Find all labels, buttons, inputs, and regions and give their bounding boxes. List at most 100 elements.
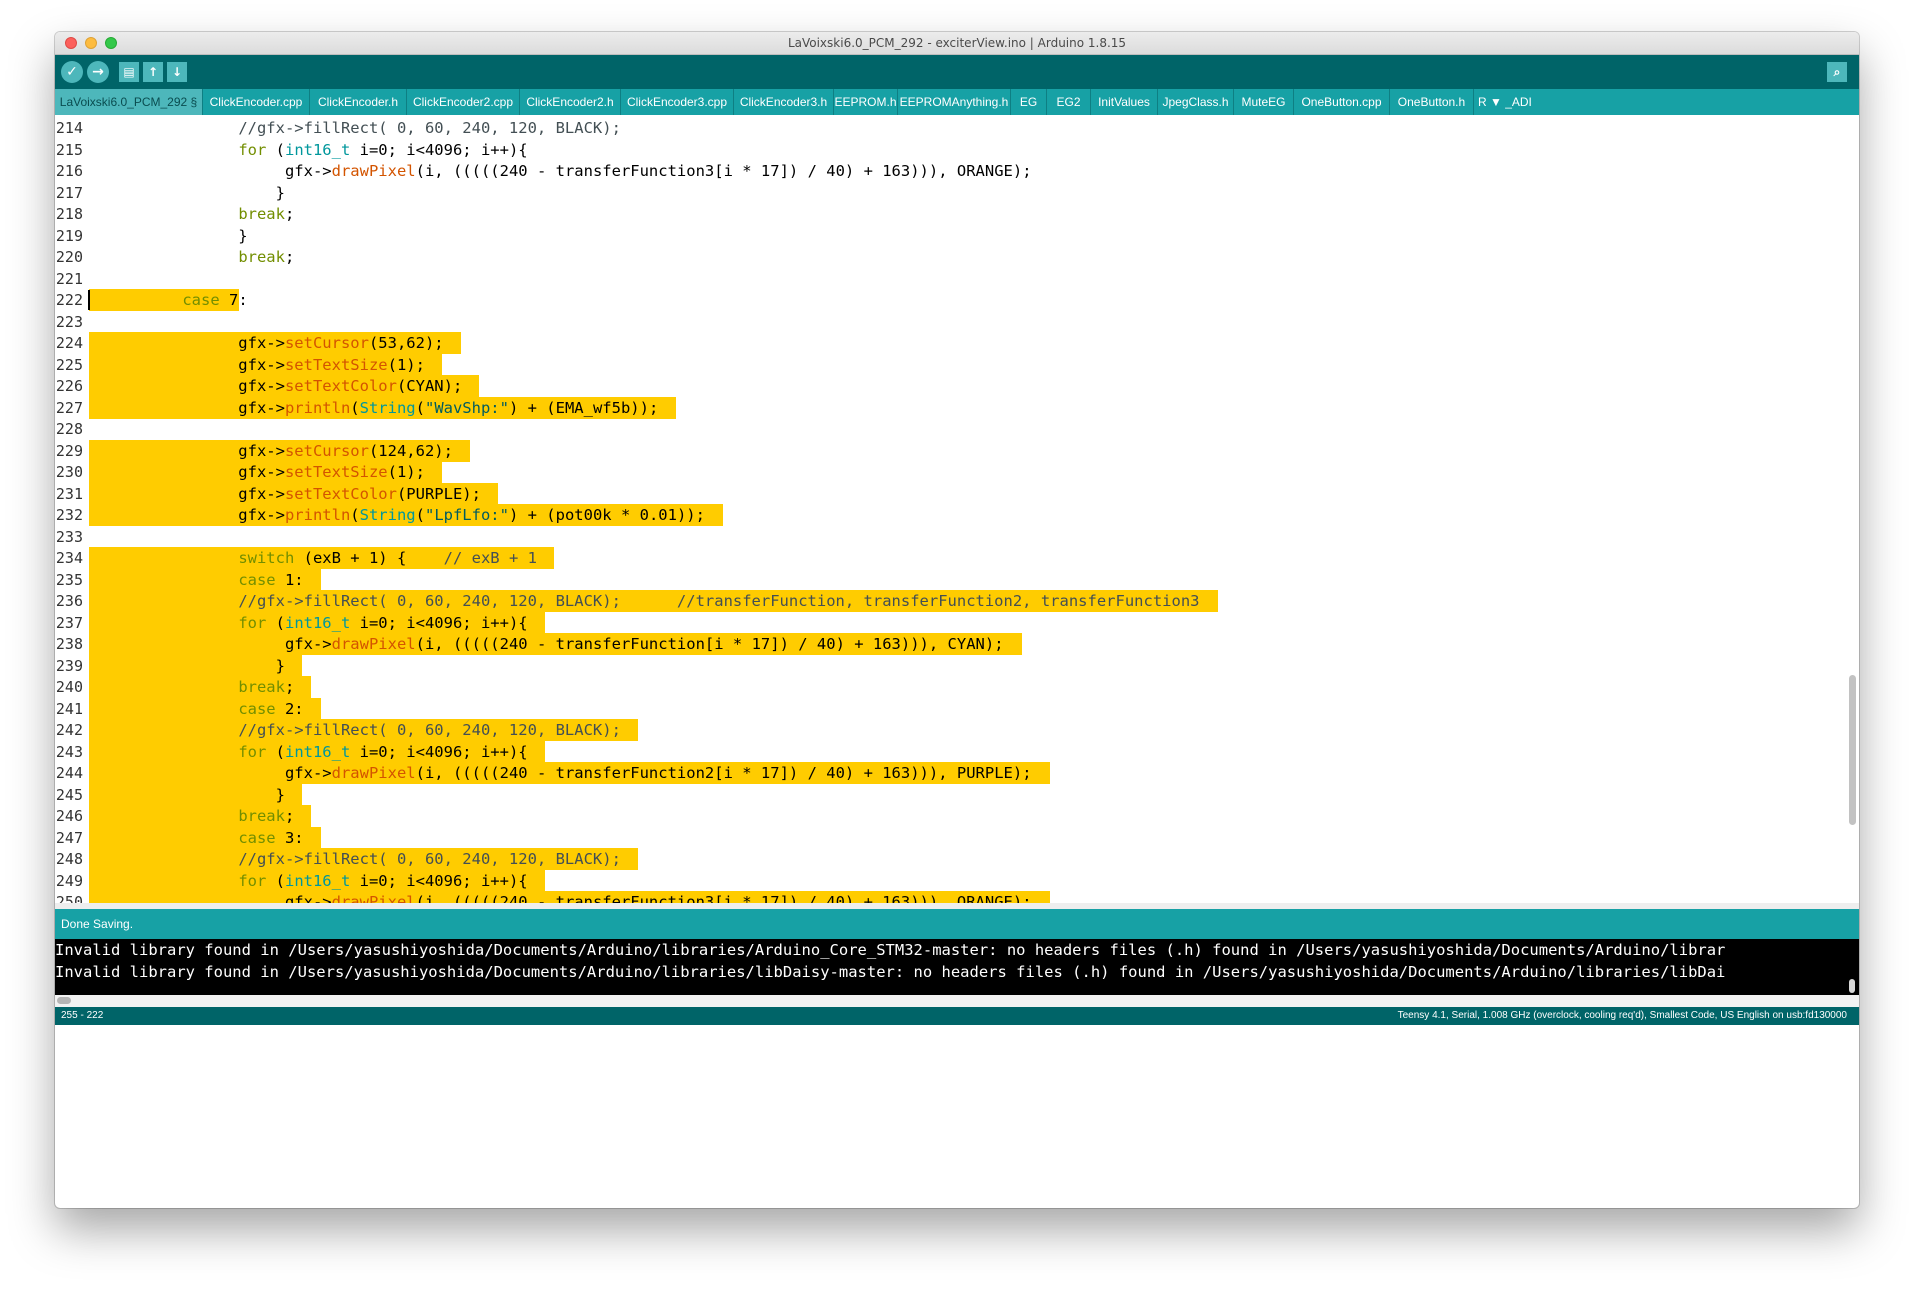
new-sketch-button[interactable]: ▤ xyxy=(119,62,139,82)
line-number: 221 xyxy=(55,269,83,288)
code-line: } xyxy=(89,226,248,245)
line-number: 248 xyxy=(55,850,83,868)
console-output[interactable]: Invalid library found in /Users/yasushiy… xyxy=(55,939,1845,995)
arrow-right-icon: → xyxy=(92,64,104,80)
editor-vertical-scrollbar[interactable] xyxy=(1847,115,1857,903)
tab-onebutton-cpp[interactable]: OneButton.cpp xyxy=(1294,89,1390,115)
arduino-ide-window: LaVoixski6.0_PCM_292 - exciterView.ino |… xyxy=(55,32,1859,1208)
status-bar: Done Saving. xyxy=(55,909,1859,939)
tab-overflow-menu[interactable]: R ▼ _ADI xyxy=(1474,89,1534,115)
tab-clickencoder2-cpp[interactable]: ClickEncoder2.cpp xyxy=(407,89,520,115)
code-line: break; xyxy=(238,807,295,825)
code-line: } xyxy=(89,785,285,804)
line-number: 231 xyxy=(55,484,83,503)
editor-scroll-thumb[interactable] xyxy=(1849,675,1856,825)
code-line: //gfx->fillRect( 0, 60, 240, 120, BLACK)… xyxy=(238,119,621,137)
line-number: 218 xyxy=(55,205,83,223)
line-number: 236 xyxy=(55,592,83,610)
tab-main-sketch[interactable]: LaVoixski6.0_PCM_292 § xyxy=(55,89,203,115)
close-window-button[interactable] xyxy=(65,37,77,49)
serial-monitor-button[interactable]: ⌕ xyxy=(1827,62,1847,82)
status-message: Done Saving. xyxy=(61,917,134,931)
line-number: 244 xyxy=(55,764,83,782)
line-number: 247 xyxy=(55,828,83,847)
code-line: switch (exB + 1) { // exB + 1 xyxy=(238,549,537,567)
line-number: 241 xyxy=(55,699,83,718)
line-number: 224 xyxy=(55,334,83,352)
console-scroll-thumb[interactable] xyxy=(1849,979,1855,993)
save-arrow-down-icon: ↓ xyxy=(171,65,183,79)
file-tabs: LaVoixski6.0_PCM_292 § ClickEncoder.cpp … xyxy=(55,89,1859,115)
line-number: 240 xyxy=(55,678,83,696)
toolbar: ✓ → ▤ ↑ ↓ ⌕ xyxy=(55,55,1859,89)
line-number: 246 xyxy=(55,807,83,825)
code-line: } xyxy=(89,183,285,202)
line-number: 243 xyxy=(55,742,83,761)
line-number: 228 xyxy=(55,420,83,438)
line-number: 223 xyxy=(55,312,83,331)
line-number: 226 xyxy=(55,377,83,395)
code-line: for (int16_t i=0; i<4096; i++){ xyxy=(238,871,528,890)
code-line: gfx->println(String("WavShp:") + (EMA_wf… xyxy=(89,398,659,417)
line-number: 217 xyxy=(55,183,83,202)
console-line: Invalid library found in /Users/yasushiy… xyxy=(55,963,1726,981)
line-number: 235 xyxy=(55,570,83,589)
tab-clickencoder-h[interactable]: ClickEncoder.h xyxy=(310,89,407,115)
code-editor[interactable]: 214 //gfx->fillRect( 0, 60, 240, 120, BL… xyxy=(55,115,1845,903)
tab-jpegclass-h[interactable]: JpegClass.h xyxy=(1158,89,1234,115)
maximize-window-button[interactable] xyxy=(105,37,117,49)
line-number: 216 xyxy=(55,162,83,180)
code-line: break; xyxy=(238,205,295,223)
tab-clickencoder2-h[interactable]: ClickEncoder2.h xyxy=(520,89,621,115)
line-number: 242 xyxy=(55,721,83,739)
tab-onebutton-h[interactable]: OneButton.h xyxy=(1390,89,1474,115)
line-number: 214 xyxy=(55,119,83,137)
code-line: } xyxy=(89,656,285,675)
tab-eepromanything-h[interactable]: EEPROMAnything.h xyxy=(898,89,1011,115)
tab-clickencoder3-h[interactable]: ClickEncoder3.h xyxy=(734,89,834,115)
code-line: for (int16_t i=0; i<4096; i++){ xyxy=(238,613,528,632)
code-line: gfx->setTextColor(CYAN); xyxy=(89,377,463,395)
tab-eg2[interactable]: EG2 xyxy=(1047,89,1091,115)
check-icon: ✓ xyxy=(66,64,78,80)
text-caret xyxy=(88,290,90,310)
code-line: gfx->setCursor(53,62); xyxy=(89,334,444,352)
line-number: 250 xyxy=(55,893,83,903)
line-indicator: 255 - 222 xyxy=(61,1010,104,1021)
bottom-status-bar: 255 - 222 Teensy 4.1, Serial, 1.008 GHz … xyxy=(55,1007,1859,1025)
code-line: break; xyxy=(238,248,295,266)
new-file-icon: ▤ xyxy=(123,65,135,79)
line-number: 239 xyxy=(55,656,83,675)
board-info: Teensy 4.1, Serial, 1.008 GHz (overclock… xyxy=(1397,1010,1847,1021)
code-line: for (int16_t i=0; i<4096; i++){ xyxy=(238,140,528,159)
console-horizontal-scrollbar[interactable] xyxy=(55,995,1859,1007)
console-line: Invalid library found in /Users/yasushiy… xyxy=(55,941,1726,959)
tab-initvalues[interactable]: InitValues xyxy=(1091,89,1158,115)
line-number: 238 xyxy=(55,635,83,653)
upload-button[interactable]: → xyxy=(87,61,109,83)
tab-clickencoder-cpp[interactable]: ClickEncoder.cpp xyxy=(203,89,310,115)
tab-muteeg[interactable]: MuteEG xyxy=(1234,89,1294,115)
console-hscroll-thumb[interactable] xyxy=(57,997,71,1004)
line-number: 234 xyxy=(55,549,83,567)
code-line: //gfx->fillRect( 0, 60, 240, 120, BLACK)… xyxy=(238,850,621,868)
line-number: 225 xyxy=(55,355,83,374)
tab-clickencoder3-cpp[interactable]: ClickEncoder3.cpp xyxy=(621,89,734,115)
code-line: //gfx->fillRect( 0, 60, 240, 120, BLACK)… xyxy=(238,721,621,739)
save-sketch-button[interactable]: ↓ xyxy=(167,62,187,82)
line-number: 229 xyxy=(55,441,83,460)
line-number: 220 xyxy=(55,248,83,266)
minimize-window-button[interactable] xyxy=(85,37,97,49)
open-sketch-button[interactable]: ↑ xyxy=(143,62,163,82)
console-vertical-scrollbar[interactable] xyxy=(1845,939,1859,995)
code-line: gfx->setCursor(124,62); xyxy=(89,441,453,460)
code-line: gfx->println(String("LpfLfo:") + (pot00k… xyxy=(89,506,705,524)
line-number: 249 xyxy=(55,871,83,890)
code-line: for (int16_t i=0; i<4096; i++){ xyxy=(238,742,528,761)
tab-eeprom-h[interactable]: EEPROM.h xyxy=(834,89,898,115)
tab-eg[interactable]: EG xyxy=(1011,89,1047,115)
code-line: case 1: xyxy=(238,570,304,589)
code-line: gfx->setTextColor(PURPLE); xyxy=(89,484,481,503)
verify-button[interactable]: ✓ xyxy=(61,61,83,83)
code-line: gfx->setTextSize(1); xyxy=(89,355,425,374)
